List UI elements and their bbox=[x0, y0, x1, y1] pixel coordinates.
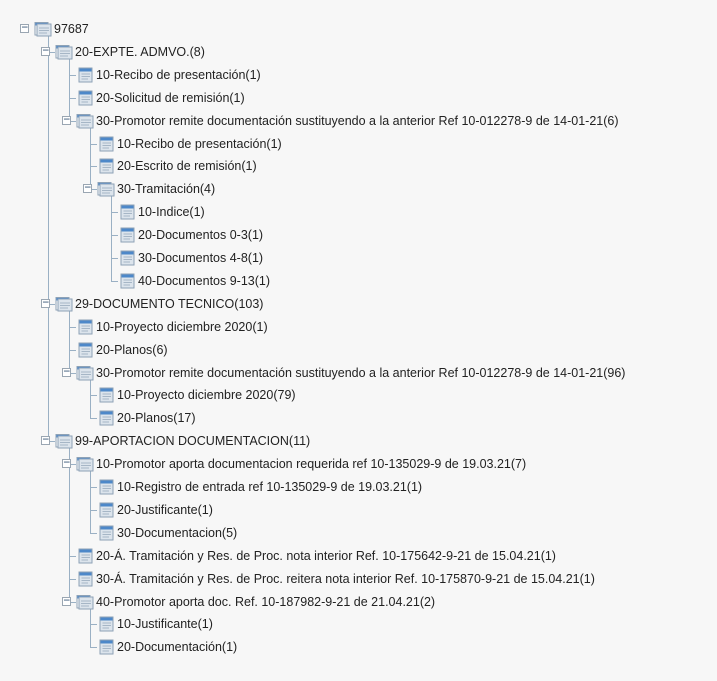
tree-item-label[interactable]: 10-Proyecto diciembre 2020(1) bbox=[96, 316, 268, 338]
tree-connector-line bbox=[69, 309, 70, 373]
tree-item-label[interactable]: 20-Planos(6) bbox=[96, 339, 168, 361]
tree-connector-line bbox=[48, 35, 49, 442]
collapse-toggle-icon[interactable]: − bbox=[41, 298, 50, 308]
folder-icon bbox=[55, 433, 73, 449]
tree-item-label[interactable]: 30-Documentos 4-8(1) bbox=[138, 247, 263, 269]
tree-item-label[interactable]: 10-Indice(1) bbox=[138, 201, 205, 223]
document-icon bbox=[97, 639, 115, 655]
tree-item-label[interactable]: 20-Planos(17) bbox=[117, 407, 196, 429]
tree-folder-label[interactable]: 29-DOCUMENTO TECNICO(103) bbox=[75, 293, 263, 315]
folder-icon bbox=[97, 181, 115, 197]
tree-connector-line bbox=[111, 195, 112, 281]
tree-connector-line bbox=[90, 395, 97, 397]
document-icon bbox=[118, 250, 136, 266]
tree-connector-line bbox=[69, 578, 76, 580]
collapse-toggle-icon[interactable]: − bbox=[62, 459, 71, 469]
document-icon bbox=[76, 548, 94, 564]
tree-item-label[interactable]: 20-Documentación(1) bbox=[117, 636, 237, 658]
tree-connector-line bbox=[111, 258, 118, 259]
tree-folder-label[interactable]: 40-Promotor aporta doc. Ref. 10-187982-9… bbox=[96, 591, 435, 613]
tree-connector-line bbox=[90, 487, 97, 488]
tree-folder-label[interactable]: 20-EXPTE. ADMVO.(8) bbox=[75, 41, 205, 63]
tree-connector-line bbox=[90, 470, 91, 533]
tree-item-label[interactable]: 10-Recibo de presentación(1) bbox=[96, 64, 261, 86]
tree-item-label[interactable]: 10-Registro de entrada ref 10-135029-9 d… bbox=[117, 476, 422, 498]
document-icon bbox=[118, 273, 136, 289]
folder-icon bbox=[34, 21, 52, 37]
document-icon bbox=[76, 571, 94, 587]
tree-connector-line bbox=[90, 143, 97, 145]
folder-icon bbox=[55, 296, 73, 312]
tree-connector-line bbox=[69, 555, 76, 557]
collapse-toggle-icon[interactable]: − bbox=[62, 596, 71, 606]
tree-connector-line bbox=[90, 509, 97, 511]
tree-connector-line bbox=[111, 280, 118, 282]
tree-item-label[interactable]: 10-Proyecto diciembre 2020(79) bbox=[117, 384, 296, 406]
collapse-toggle-icon[interactable]: − bbox=[20, 24, 29, 33]
collapse-toggle-icon[interactable]: − bbox=[62, 367, 71, 377]
tree-connector-line bbox=[90, 624, 97, 626]
document-icon bbox=[76, 67, 94, 83]
tree-connector-line bbox=[90, 607, 91, 648]
tree-connector-line bbox=[90, 532, 97, 534]
tree-item-label[interactable]: 20-Documentos 0-3(1) bbox=[138, 224, 263, 246]
folder-icon bbox=[76, 594, 94, 610]
document-icon bbox=[97, 479, 115, 495]
collapse-toggle-icon[interactable]: − bbox=[41, 46, 50, 56]
document-icon bbox=[97, 136, 115, 152]
tree-folder-label[interactable]: 30-Promotor remite documentación sustitu… bbox=[96, 362, 625, 384]
tree-folder-label[interactable]: 99-APORTACION DOCUMENTACION(11) bbox=[75, 430, 310, 452]
document-icon bbox=[76, 90, 94, 106]
tree-connector-line bbox=[111, 212, 118, 214]
folder-tree: −97687−20-EXPTE. ADMVO.(8) 10-Recibo de p… bbox=[0, 0, 717, 681]
tree-item-label[interactable]: 20-Justificante(1) bbox=[117, 499, 213, 521]
collapse-toggle-icon[interactable]: − bbox=[83, 184, 92, 194]
tree-item-label[interactable]: 20-Á. Tramitación y Res. de Proc. nota i… bbox=[96, 545, 556, 567]
tree-connector-line bbox=[90, 647, 97, 649]
tree-item-label[interactable]: 40-Documentos 9-13(1) bbox=[138, 270, 270, 292]
collapse-toggle-icon[interactable]: − bbox=[41, 436, 50, 446]
document-icon bbox=[76, 319, 94, 335]
document-icon bbox=[97, 616, 115, 632]
tree-folder-label[interactable]: 10-Promotor aporta documentacion requeri… bbox=[96, 453, 526, 475]
tree-connector-line bbox=[69, 57, 70, 121]
document-icon bbox=[97, 387, 115, 403]
tree-connector-line bbox=[69, 349, 76, 351]
tree-connector-line bbox=[69, 97, 76, 99]
document-icon bbox=[118, 227, 136, 243]
folder-icon bbox=[76, 113, 94, 129]
folder-icon bbox=[76, 456, 94, 472]
document-icon bbox=[118, 204, 136, 220]
document-icon bbox=[76, 342, 94, 358]
document-icon bbox=[97, 410, 115, 426]
tree-item-label[interactable]: 20-Solicitud de remisión(1) bbox=[96, 87, 245, 109]
tree-folder-label[interactable]: 97687 bbox=[54, 18, 89, 40]
tree-item-label[interactable]: 10-Justificante(1) bbox=[117, 613, 213, 635]
tree-connector-line bbox=[90, 418, 97, 420]
folder-icon bbox=[55, 44, 73, 60]
document-icon bbox=[97, 525, 115, 541]
tree-folder-label[interactable]: 30-Promotor remite documentación sustitu… bbox=[96, 110, 619, 132]
tree-connector-line bbox=[69, 74, 76, 76]
tree-item-label[interactable]: 30-Documentacion(5) bbox=[117, 522, 237, 544]
tree-folder-label[interactable]: 30-Tramitación(4) bbox=[117, 178, 215, 200]
tree-connector-line bbox=[111, 235, 118, 237]
tree-connector-line bbox=[90, 166, 97, 168]
tree-item-label[interactable]: 20-Escrito de remisión(1) bbox=[117, 155, 257, 177]
document-icon bbox=[97, 158, 115, 174]
tree-connector-line bbox=[69, 326, 76, 328]
tree-connector-line bbox=[90, 126, 91, 190]
tree-item-label[interactable]: 30-Á. Tramitación y Res. de Proc. reiter… bbox=[96, 568, 595, 590]
collapse-toggle-icon[interactable]: − bbox=[62, 115, 71, 125]
tree-connector-line bbox=[90, 378, 91, 419]
tree-item-label[interactable]: 10-Recibo de presentación(1) bbox=[117, 133, 282, 155]
folder-icon bbox=[76, 365, 94, 381]
document-icon bbox=[97, 502, 115, 518]
